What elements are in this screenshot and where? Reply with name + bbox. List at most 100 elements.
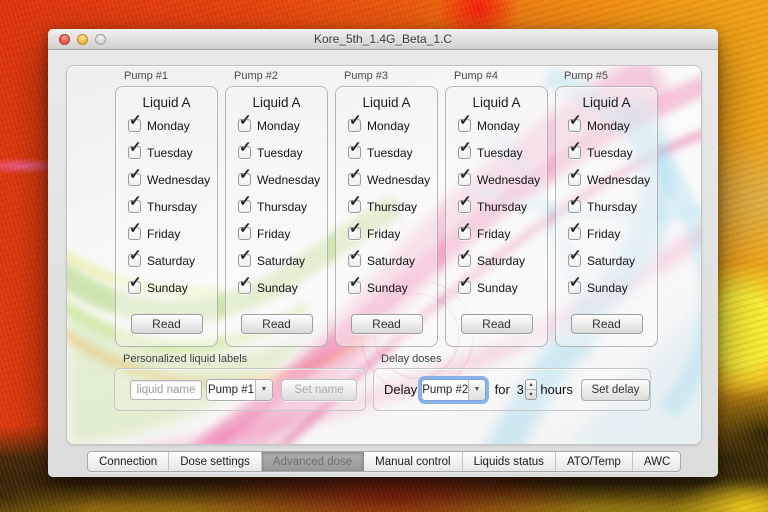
read-button[interactable]: Read bbox=[350, 314, 423, 334]
day-label: Saturday bbox=[587, 253, 636, 268]
day-checkbox[interactable]: ✓ bbox=[238, 275, 252, 294]
set-delay-button[interactable]: Set delay bbox=[580, 378, 651, 401]
set-name-button[interactable]: Set name bbox=[281, 378, 357, 401]
day-label: Thursday bbox=[477, 199, 528, 214]
day-checkbox-row: ✓ Wednesday bbox=[336, 166, 437, 193]
delay-pump-select[interactable]: Pump #2 ▼ bbox=[421, 378, 486, 401]
pump-group-label: Pump #2 bbox=[234, 70, 279, 82]
day-label: Tuesday bbox=[587, 145, 633, 160]
day-label: Saturday bbox=[147, 253, 196, 268]
checkmark-icon: ✓ bbox=[129, 166, 142, 183]
day-checkbox[interactable]: ✓ bbox=[128, 140, 142, 159]
pump-section: Pump #5 Liquid A ✓ Monday ✓ Tuesday ✓ Wednesday… bbox=[555, 70, 658, 347]
read-button[interactable]: Read bbox=[460, 314, 533, 334]
day-checkbox[interactable]: ✓ bbox=[568, 248, 582, 267]
pump-panel: Liquid A ✓ Monday ✓ Tuesday ✓ Wednesday ✓ Thursd… bbox=[335, 86, 438, 347]
close-window-icon[interactable] bbox=[59, 34, 70, 45]
day-label: Sunday bbox=[367, 280, 408, 295]
tab-liquids-status[interactable]: Liquids status bbox=[463, 452, 556, 471]
day-checkbox[interactable]: ✓ bbox=[458, 221, 472, 240]
day-label: Sunday bbox=[477, 280, 518, 295]
day-checkbox[interactable]: ✓ bbox=[458, 140, 472, 159]
pump-panel: Liquid A ✓ Monday ✓ Tuesday ✓ Wednesday ✓ Thursd… bbox=[445, 86, 548, 347]
day-checkbox[interactable]: ✓ bbox=[348, 167, 362, 186]
day-checkbox[interactable]: ✓ bbox=[238, 140, 252, 159]
tab-bar: Connection Dose settings Advanced dose Manu… bbox=[87, 451, 681, 472]
day-checkbox[interactable]: ✓ bbox=[458, 113, 472, 132]
dropdown-arrow-icon: ▼ bbox=[255, 379, 272, 400]
labels-pump-select[interactable]: Pump #1 ▼ bbox=[206, 378, 273, 401]
day-checkbox-row: ✓ Wednesday bbox=[446, 166, 547, 193]
day-checkbox[interactable]: ✓ bbox=[568, 275, 582, 294]
hours-value[interactable]: 3 bbox=[517, 383, 524, 397]
checkmark-icon: ✓ bbox=[129, 220, 142, 237]
stepper-up-icon[interactable]: ▲ bbox=[525, 380, 537, 390]
day-checkbox[interactable]: ✓ bbox=[128, 113, 142, 132]
checkmark-icon: ✓ bbox=[459, 193, 472, 210]
hours-stepper[interactable]: ▲ ▼ bbox=[524, 379, 538, 400]
day-checkbox[interactable]: ✓ bbox=[568, 167, 582, 186]
day-checkbox-row: ✓ Saturday bbox=[446, 247, 547, 274]
day-label: Monday bbox=[367, 118, 410, 133]
day-checkbox-row: ✓ Monday bbox=[446, 112, 547, 139]
day-checkbox[interactable]: ✓ bbox=[348, 113, 362, 132]
day-checkbox[interactable]: ✓ bbox=[128, 221, 142, 240]
liquid-name-input[interactable] bbox=[130, 379, 202, 400]
day-checkbox[interactable]: ✓ bbox=[458, 194, 472, 213]
day-checkbox-row: ✓ Tuesday bbox=[336, 139, 437, 166]
day-checkbox[interactable]: ✓ bbox=[238, 167, 252, 186]
day-label: Thursday bbox=[367, 199, 418, 214]
day-checkbox[interactable]: ✓ bbox=[348, 194, 362, 213]
day-label: Friday bbox=[257, 226, 291, 241]
day-checkbox[interactable]: ✓ bbox=[458, 167, 472, 186]
day-checkbox[interactable]: ✓ bbox=[458, 275, 472, 294]
tab-dose-settings[interactable]: Dose settings bbox=[169, 452, 262, 471]
day-checkbox[interactable]: ✓ bbox=[238, 221, 252, 240]
day-checkbox[interactable]: ✓ bbox=[238, 248, 252, 267]
title-bar[interactable]: Kore_5th_1.4G_Beta_1.C bbox=[48, 29, 718, 50]
day-checkbox[interactable]: ✓ bbox=[568, 221, 582, 240]
day-checkbox[interactable]: ✓ bbox=[238, 113, 252, 132]
zoom-window-icon[interactable] bbox=[95, 34, 106, 45]
day-checkbox[interactable]: ✓ bbox=[348, 221, 362, 240]
day-checkbox-row: ✓ Thursday bbox=[556, 193, 657, 220]
tab-manual-control[interactable]: Manual control bbox=[364, 452, 463, 471]
pump-panel: Liquid A ✓ Monday ✓ Tuesday ✓ Wednesday ✓ Thursd… bbox=[225, 86, 328, 347]
minimize-window-icon[interactable] bbox=[77, 34, 88, 45]
tab-ato-temp[interactable]: ATO/Temp bbox=[556, 452, 633, 471]
day-label: Saturday bbox=[477, 253, 526, 268]
checkmark-icon: ✓ bbox=[569, 166, 582, 183]
day-label: Friday bbox=[587, 226, 621, 241]
stepper-down-icon[interactable]: ▼ bbox=[526, 390, 537, 399]
delay-pump-select-value: Pump #2 bbox=[422, 383, 469, 396]
day-checkbox[interactable]: ✓ bbox=[348, 248, 362, 267]
checkmark-icon: ✓ bbox=[569, 247, 582, 264]
day-checkbox[interactable]: ✓ bbox=[568, 140, 582, 159]
read-button[interactable]: Read bbox=[570, 314, 643, 334]
read-button[interactable]: Read bbox=[240, 314, 313, 334]
day-checkbox[interactable]: ✓ bbox=[128, 167, 142, 186]
day-checkbox[interactable]: ✓ bbox=[128, 194, 142, 213]
checkmark-icon: ✓ bbox=[239, 166, 252, 183]
day-checkbox-row: ✓ Thursday bbox=[336, 193, 437, 220]
day-label: Tuesday bbox=[367, 145, 413, 160]
day-checkbox-row: ✓ Thursday bbox=[446, 193, 547, 220]
day-checkbox[interactable]: ✓ bbox=[348, 275, 362, 294]
day-label: Sunday bbox=[257, 280, 298, 295]
day-checkbox[interactable]: ✓ bbox=[568, 194, 582, 213]
day-checkbox[interactable]: ✓ bbox=[568, 113, 582, 132]
day-checkbox[interactable]: ✓ bbox=[458, 248, 472, 267]
day-checkbox[interactable]: ✓ bbox=[128, 248, 142, 267]
liquid-name-label: Liquid A bbox=[582, 95, 631, 110]
checkmark-icon: ✓ bbox=[569, 112, 582, 129]
tab-awc[interactable]: AWC bbox=[633, 452, 680, 471]
tab-connection[interactable]: Connection bbox=[88, 452, 170, 471]
pump-section: Pump #4 Liquid A ✓ Monday ✓ Tuesday ✓ Wednesday… bbox=[445, 70, 548, 347]
checkmark-icon: ✓ bbox=[129, 139, 142, 156]
read-button[interactable]: Read bbox=[130, 314, 203, 334]
day-checkbox[interactable]: ✓ bbox=[238, 194, 252, 213]
day-checkbox[interactable]: ✓ bbox=[348, 140, 362, 159]
tab-advanced-dose[interactable]: Advanced dose bbox=[261, 452, 365, 471]
day-checkbox-row: ✓ Friday bbox=[336, 220, 437, 247]
day-checkbox[interactable]: ✓ bbox=[128, 275, 142, 294]
